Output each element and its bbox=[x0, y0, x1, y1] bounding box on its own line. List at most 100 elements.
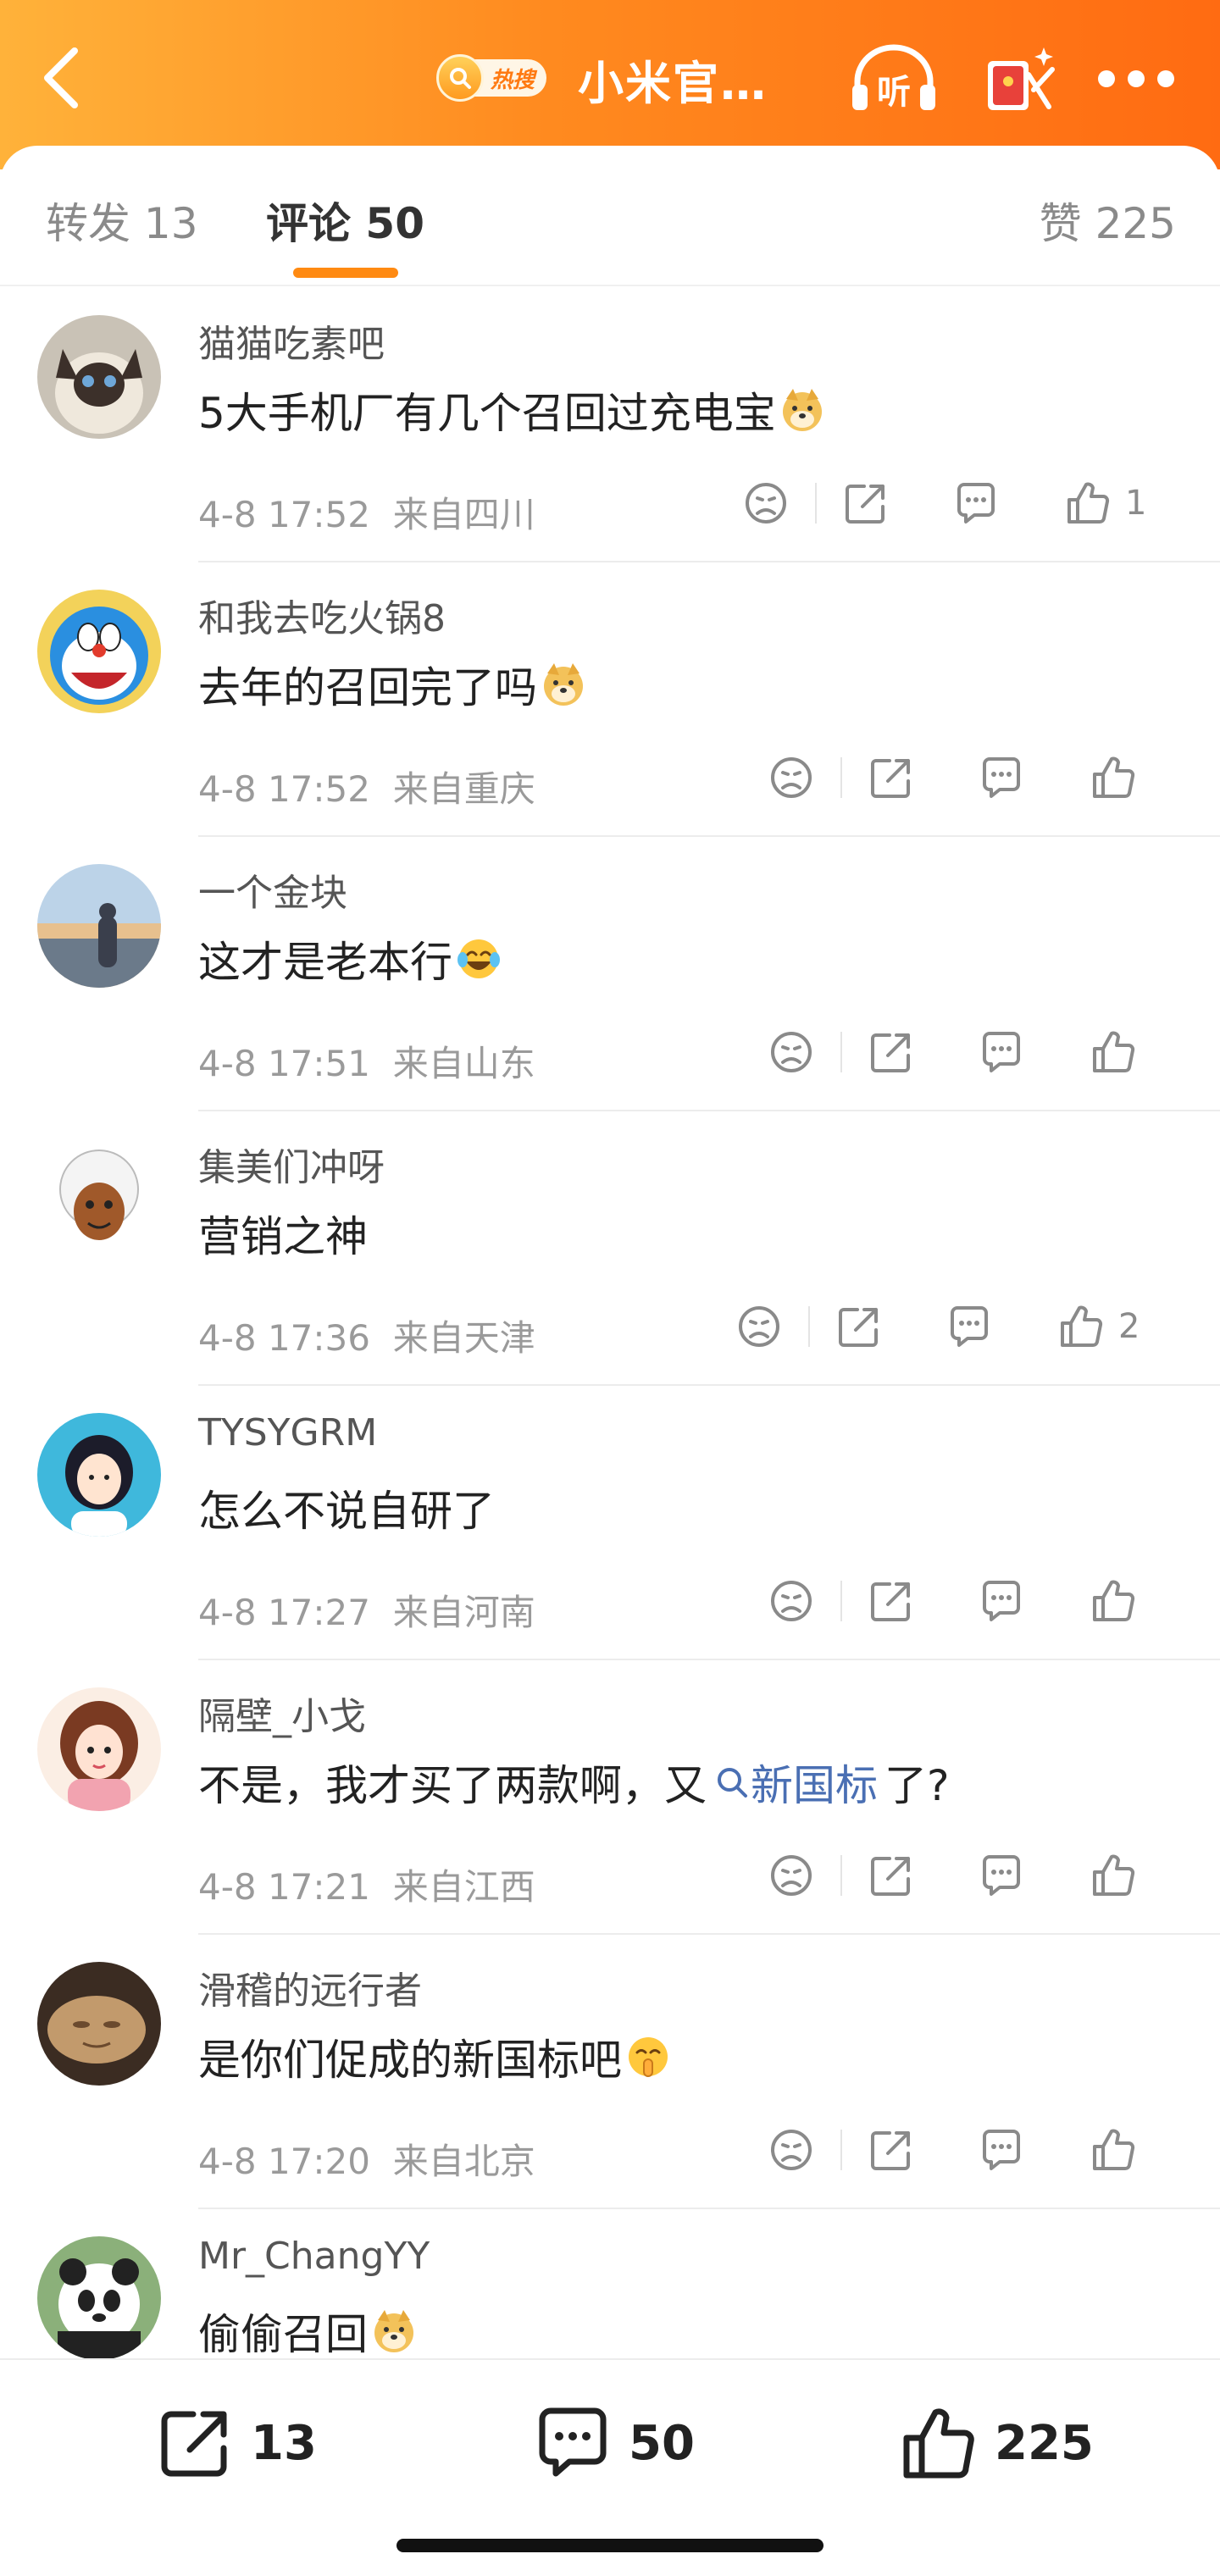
like-icon[interactable] bbox=[1088, 1576, 1139, 1626]
comment-meta: 4-8 17:52 来自重庆 bbox=[198, 761, 535, 812]
like-count: 2 bbox=[1118, 1307, 1140, 1346]
comment-item: 滑稽的远行者 是你们促成的新国标吧 4-8 17:20 来自北京 bbox=[0, 1935, 1220, 2209]
comment-username[interactable]: TYSYGRM bbox=[198, 1411, 377, 1454]
like-icon[interactable] bbox=[1088, 2125, 1139, 2175]
comment-text: 5大手机厂有几个召回过充电宝 bbox=[198, 379, 825, 440]
dislike-face-icon[interactable] bbox=[766, 1850, 817, 1901]
comment-actions: 1 bbox=[740, 476, 1146, 530]
share-icon[interactable] bbox=[866, 2125, 917, 2175]
tab-comments[interactable]: 评论 50 bbox=[266, 190, 424, 251]
doge-emoji-icon bbox=[374, 2310, 413, 2352]
like-count: 225 bbox=[995, 2415, 1094, 2471]
like-icon[interactable] bbox=[1088, 752, 1139, 803]
comment-username[interactable]: 和我去吃火锅8 bbox=[198, 588, 446, 642]
reply-icon[interactable] bbox=[976, 2125, 1027, 2175]
repost-button[interactable]: 13 bbox=[154, 2401, 317, 2485]
avatar[interactable] bbox=[37, 1962, 161, 2086]
like-icon[interactable] bbox=[1056, 1301, 1106, 1352]
divider bbox=[840, 1581, 842, 1621]
avatar[interactable] bbox=[37, 2236, 161, 2358]
top-header: 热搜 小米官… 听 bbox=[0, 0, 1220, 169]
topic-link[interactable]: 新国标 bbox=[713, 1752, 878, 1813]
comment-text: 是你们促成的新国标吧 bbox=[198, 2026, 671, 2087]
comment-time: 4-8 17:27 bbox=[198, 1592, 370, 1633]
divider bbox=[840, 1855, 842, 1896]
comment-text-body: 偷偷召回 bbox=[198, 2310, 368, 2358]
like-button[interactable]: 225 bbox=[898, 2401, 1094, 2485]
like-icon[interactable] bbox=[1088, 1850, 1139, 1901]
comment-text-body: 5大手机厂有几个召回过充电宝 bbox=[198, 389, 776, 438]
reply-icon[interactable] bbox=[976, 752, 1027, 803]
doge-emoji-icon bbox=[544, 663, 583, 706]
tab-likes[interactable]: 赞 225 bbox=[1040, 190, 1176, 251]
avatar[interactable] bbox=[37, 1687, 161, 1811]
back-button[interactable] bbox=[37, 44, 88, 112]
avatar[interactable] bbox=[37, 864, 161, 988]
comment-text: 营销之神 bbox=[198, 1203, 368, 1264]
dot bbox=[1098, 70, 1115, 87]
listen-button[interactable]: 听 bbox=[847, 41, 940, 117]
reply-icon[interactable] bbox=[976, 1850, 1027, 1901]
dislike-face-icon[interactable] bbox=[734, 1301, 785, 1352]
dislike-face-icon[interactable] bbox=[766, 1027, 817, 1077]
tab-repost-count: 13 bbox=[143, 199, 198, 248]
comment-time: 4-8 17:20 bbox=[198, 2141, 370, 2182]
like-icon[interactable] bbox=[1062, 478, 1113, 529]
repost-count: 13 bbox=[251, 2415, 317, 2471]
comment-text-tail: 了? bbox=[884, 1761, 950, 1810]
dot bbox=[1157, 70, 1174, 87]
comment-time: 4-8 17:21 bbox=[198, 1866, 370, 1908]
comment-username[interactable]: 集美们冲呀 bbox=[198, 1137, 385, 1191]
share-icon[interactable] bbox=[866, 1850, 917, 1901]
more-button[interactable] bbox=[1098, 68, 1174, 90]
divider bbox=[808, 1306, 810, 1347]
dislike-face-icon[interactable] bbox=[766, 2125, 817, 2175]
comment-meta: 4-8 17:21 来自江西 bbox=[198, 1859, 535, 1910]
share-icon[interactable] bbox=[866, 752, 917, 803]
comment-username[interactable]: 猫猫吃素吧 bbox=[198, 313, 385, 368]
share-icon[interactable] bbox=[866, 1576, 917, 1626]
laugh-cry-emoji-icon bbox=[458, 939, 500, 978]
like-icon[interactable] bbox=[1088, 1027, 1139, 1077]
dislike-face-icon[interactable] bbox=[766, 1576, 817, 1626]
comment-username[interactable]: Mr_ChangYY bbox=[198, 2235, 430, 2278]
reply-icon[interactable] bbox=[976, 1576, 1027, 1626]
doge-emoji-icon bbox=[782, 389, 822, 431]
dislike-face-icon[interactable] bbox=[766, 752, 817, 803]
comment-item: 猫猫吃素吧 5大手机厂有几个召回过充电宝 4-8 17:52 来自四川 1 bbox=[0, 288, 1220, 562]
comment-username[interactable]: 滑稽的远行者 bbox=[198, 1960, 422, 2014]
comment-meta: 4-8 17:36 来自天津 bbox=[198, 1310, 535, 1361]
comment-time: 4-8 17:52 bbox=[198, 768, 370, 810]
comment-text: 怎么不说自研了 bbox=[198, 1477, 495, 1538]
comment-actions bbox=[766, 2123, 1139, 2177]
share-icon bbox=[161, 2411, 227, 2477]
comment-text-body: 是你们促成的新国标吧 bbox=[198, 2036, 622, 2085]
reply-icon[interactable] bbox=[976, 1027, 1027, 1077]
avatar[interactable] bbox=[37, 315, 161, 439]
tab-comments-count: 50 bbox=[365, 199, 425, 248]
comment-username[interactable]: 隔壁_小戈 bbox=[198, 1686, 366, 1740]
tab-likes-count: 225 bbox=[1095, 199, 1176, 248]
comment-meta: 4-8 17:52 来自四川 bbox=[198, 486, 535, 538]
avatar[interactable] bbox=[37, 590, 161, 713]
comment-button[interactable]: 50 bbox=[532, 2401, 695, 2485]
tab-repost[interactable]: 转发 13 bbox=[46, 190, 198, 251]
avatar[interactable] bbox=[37, 1138, 161, 1262]
avatar[interactable] bbox=[37, 1413, 161, 1537]
shush-emoji-icon bbox=[629, 2037, 668, 2077]
comment-item: 隔壁_小戈 不是，我才买了两款啊，又 新国标 了? 4-8 17:21 来自江西 bbox=[0, 1660, 1220, 1935]
red-packet-button[interactable] bbox=[981, 41, 1057, 117]
comment-username[interactable]: 一个金块 bbox=[198, 862, 347, 917]
dislike-face-icon[interactable] bbox=[740, 478, 791, 529]
share-icon[interactable] bbox=[834, 1301, 884, 1352]
reply-icon[interactable] bbox=[944, 1301, 995, 1352]
comment-text: 这才是老本行 bbox=[198, 928, 502, 989]
tab-likes-label: 赞 bbox=[1039, 199, 1082, 248]
hot-search-badge[interactable]: 热搜 bbox=[436, 54, 555, 102]
reply-icon[interactable] bbox=[951, 478, 1001, 529]
comment-location: 来自重庆 bbox=[392, 768, 535, 810]
share-icon[interactable] bbox=[840, 478, 891, 529]
home-indicator[interactable] bbox=[396, 2539, 824, 2552]
share-icon[interactable] bbox=[866, 1027, 917, 1077]
comment-text: 不是，我才买了两款啊，又 新国标 了? bbox=[198, 1752, 950, 1813]
